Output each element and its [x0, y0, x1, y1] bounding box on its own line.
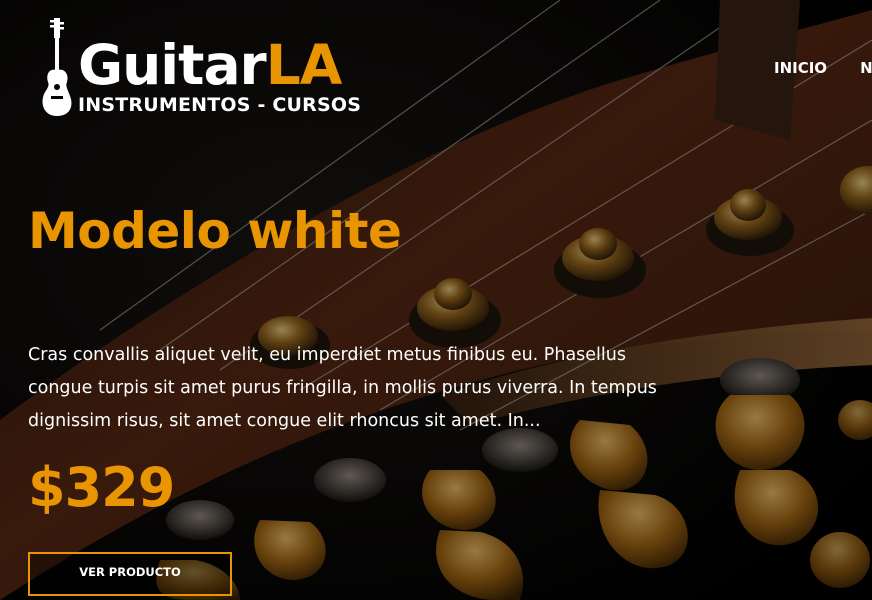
guitar-icon — [42, 18, 72, 116]
site-header: GuitarLA INSTRUMENTOS - CURSOS INICIO N — [0, 0, 872, 130]
product-title: Modelo white — [28, 202, 402, 260]
product-price: $329 — [28, 456, 175, 519]
site-logo[interactable]: GuitarLA INSTRUMENTOS - CURSOS — [38, 14, 378, 124]
main-navigation: INICIO N — [774, 58, 872, 77]
brand-name: GuitarLA — [78, 33, 343, 97]
hero-section: GuitarLA INSTRUMENTOS - CURSOS INICIO N … — [0, 0, 872, 600]
view-product-button[interactable]: VER PRODUCTO — [28, 552, 232, 596]
brand-name-accent: LA — [265, 33, 343, 97]
product-description: Cras convallis aliquet velit, eu imperdi… — [28, 345, 657, 431]
brand-tagline: INSTRUMENTOS - CURSOS — [78, 94, 362, 116]
nav-item-inicio[interactable]: INICIO — [774, 59, 827, 77]
brand-name-main: Guitar — [78, 33, 267, 97]
nav-item-partial[interactable]: N — [860, 59, 872, 77]
featured-product: Modelo white Cras convallis aliquet veli… — [28, 196, 708, 596]
